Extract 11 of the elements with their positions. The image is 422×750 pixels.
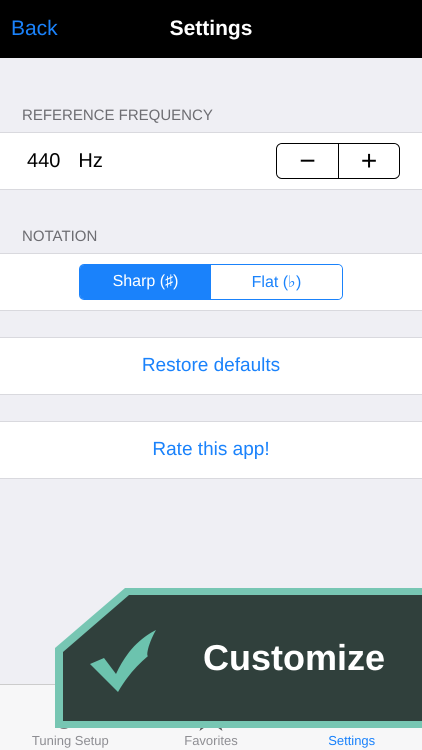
- segment-option[interactable]: Sharp (♯): [80, 265, 211, 299]
- screen-title: Settings: [170, 17, 252, 41]
- section-header: NOTATION: [22, 228, 98, 245]
- increment-button[interactable]: +: [338, 144, 399, 178]
- action-link[interactable]: Rate this app!: [146, 438, 276, 462]
- action-link[interactable]: Restore defaults: [136, 354, 286, 378]
- banner-title: Customize: [203, 637, 386, 679]
- back-button[interactable]: Back: [11, 17, 58, 41]
- frequency-unit: Hz: [78, 150, 103, 172]
- section-header: REFERENCE FREQUENCY: [22, 107, 213, 124]
- frequency-value: 440: [27, 150, 60, 172]
